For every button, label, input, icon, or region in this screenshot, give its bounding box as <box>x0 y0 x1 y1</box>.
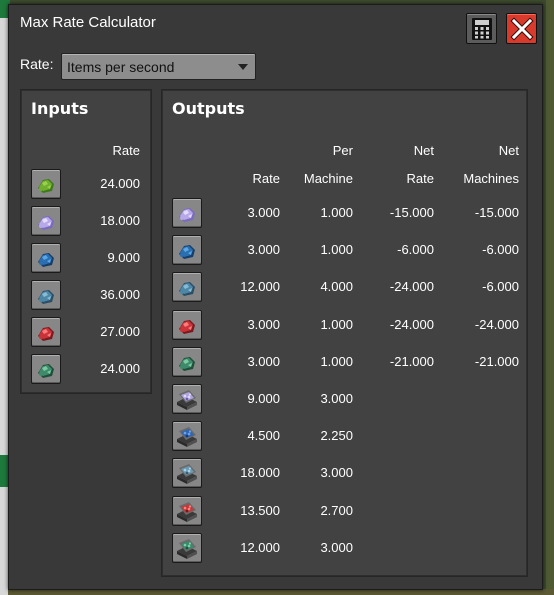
teal-ore-icon <box>38 363 54 378</box>
output-net-rate-value: -24.000 <box>389 316 434 332</box>
output-per-machine-value: 3.000 <box>320 465 353 481</box>
cyan-crate-icon <box>177 464 197 485</box>
rate-header: Rate <box>252 171 280 186</box>
output-item-slot[interactable] <box>172 309 202 340</box>
output-per-machine-value: 3.000 <box>320 391 353 406</box>
output-per-machine-value: 1.000 <box>320 242 353 258</box>
output-per-machine-value: 2.700 <box>320 502 353 518</box>
inputs-title: Inputs <box>31 99 89 118</box>
rate-dropdown[interactable]: Items per second <box>61 53 256 80</box>
output-net-rate-value: -24.000 <box>389 279 434 295</box>
inputs-rate-header: Rate <box>112 143 140 158</box>
input-rate-value: 27.000 <box>100 323 140 339</box>
input-item-slot[interactable] <box>31 279 61 310</box>
output-item-slot[interactable] <box>172 346 202 377</box>
input-item-slot[interactable] <box>31 169 61 199</box>
window-title: Max Rate Calculator <box>20 14 156 31</box>
output-rate-value: 13.500 <box>240 502 280 518</box>
output-net-machines-value: -6.000 <box>482 279 519 295</box>
output-per-machine-value: 1.000 <box>320 205 353 220</box>
blue-crate-icon <box>177 427 197 448</box>
rate-dropdown-value: Items per second <box>67 59 175 75</box>
net-machines-header-top: Net <box>498 143 519 158</box>
output-net-rate-value: -21.000 <box>389 353 434 369</box>
output-net-rate-value: -15.000 <box>389 205 434 220</box>
output-net-rate-value: -6.000 <box>397 242 434 258</box>
output-rate-value: 3.000 <box>247 242 280 258</box>
input-rate-value: 36.000 <box>100 286 140 302</box>
output-item-slot[interactable] <box>172 532 202 563</box>
output-per-machine-value: 3.000 <box>320 539 353 555</box>
background-world <box>546 0 554 595</box>
output-rate-value: 4.500 <box>247 428 280 444</box>
input-rate-value: 24.000 <box>100 360 140 376</box>
outputs-panel: Outputs Per Net Net Rate Machine Rate Ma… <box>161 89 528 577</box>
teal-crate-icon <box>177 538 197 559</box>
input-rate-value: 24.000 <box>100 176 140 191</box>
close-button[interactable] <box>506 13 537 44</box>
red-crystal-icon <box>38 326 54 341</box>
green-ore-icon <box>38 179 54 193</box>
input-item-slot[interactable] <box>31 205 61 236</box>
output-item-slot[interactable] <box>172 235 202 266</box>
output-net-machines-value: -6.000 <box>482 242 519 258</box>
input-rate-value: 9.000 <box>107 249 140 265</box>
input-item-slot[interactable] <box>31 353 61 384</box>
red-crate-icon <box>177 501 197 522</box>
purple-crystal-icon <box>38 215 54 230</box>
output-item-slot[interactable] <box>172 198 202 228</box>
cyan-ore-icon <box>38 289 54 304</box>
output-net-machines-value: -24.000 <box>474 316 519 332</box>
input-item-slot[interactable] <box>31 242 61 273</box>
input-item-slot[interactable] <box>31 316 61 347</box>
output-item-slot[interactable] <box>172 421 202 452</box>
output-item-slot[interactable] <box>172 384 202 414</box>
output-per-machine-value: 1.000 <box>320 316 353 332</box>
inputs-panel: Inputs Rate 24.000 18.000 9.000 36.000 2… <box>20 89 152 394</box>
output-rate-value: 3.000 <box>247 205 280 220</box>
output-rate-value: 9.000 <box>247 391 280 406</box>
output-rate-value: 12.000 <box>240 539 280 555</box>
purple-crystal-icon <box>179 208 195 222</box>
net-machines-header-bottom: Machines <box>463 171 519 186</box>
output-net-machines-value: -15.000 <box>474 205 519 220</box>
blue-ore-icon <box>38 252 54 267</box>
output-rate-value: 3.000 <box>247 353 280 369</box>
close-icon <box>509 16 534 41</box>
net-rate-header-bottom: Rate <box>406 171 434 186</box>
output-item-slot[interactable] <box>172 458 202 489</box>
output-item-slot[interactable] <box>172 272 202 303</box>
teal-ore-icon <box>179 356 195 371</box>
rate-label: Rate: <box>20 56 54 72</box>
input-rate-value: 18.000 <box>100 212 140 228</box>
calculator-button[interactable] <box>466 13 497 44</box>
cyan-ore-icon <box>179 282 195 297</box>
output-rate-value: 3.000 <box>247 316 280 332</box>
net-rate-header-top: Net <box>413 143 434 158</box>
output-per-machine-value: 1.000 <box>320 353 353 369</box>
chevron-down-icon <box>238 64 248 70</box>
per-machine-header-bottom: Machine <box>303 171 353 186</box>
max-rate-calculator-window: Max Rate Calculator Rate: Items per seco… <box>8 4 543 590</box>
red-crystal-icon <box>179 319 195 334</box>
output-per-machine-value: 2.250 <box>320 428 353 444</box>
calculator-icon <box>471 17 492 40</box>
output-rate-value: 12.000 <box>240 279 280 295</box>
output-net-machines-value: -21.000 <box>474 353 519 369</box>
per-machine-header-top: Per <box>332 143 353 158</box>
outputs-title: Outputs <box>172 99 245 118</box>
output-rate-value: 18.000 <box>240 465 280 481</box>
purple-crate-icon <box>177 390 197 410</box>
output-per-machine-value: 4.000 <box>320 279 353 295</box>
blue-ore-icon <box>179 245 195 260</box>
output-item-slot[interactable] <box>172 495 202 526</box>
